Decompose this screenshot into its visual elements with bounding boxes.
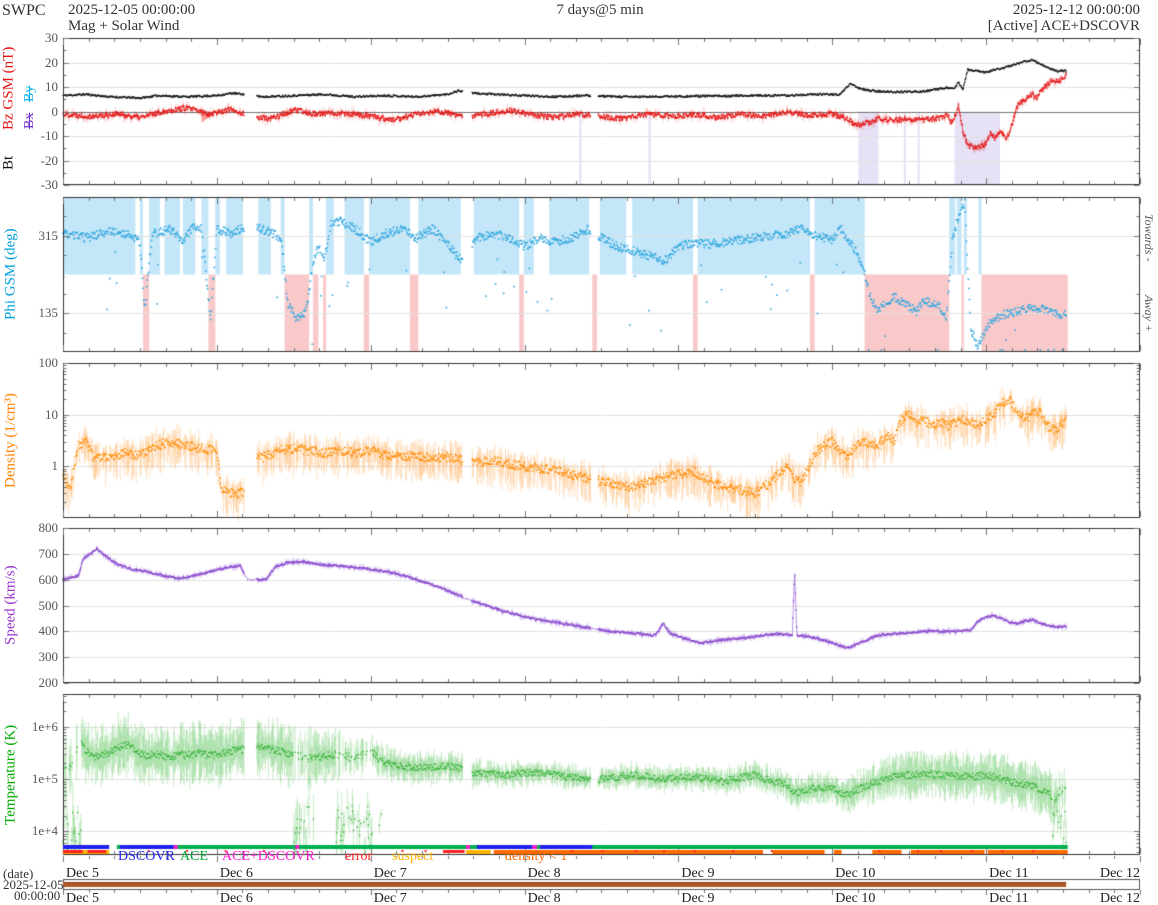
y-tick-label: 20 — [45, 54, 58, 70]
y-tick-label: 800 — [38, 520, 59, 535]
date-label: Dec 9 — [681, 891, 715, 905]
date-label: Dec 6 — [219, 891, 253, 905]
y-tick-label: 100 — [38, 355, 59, 370]
plot-start-time: 2025-12-05 00:00:00 — [68, 2, 196, 18]
y-tick-label: 10 — [45, 79, 58, 94]
plot-resolution: 7 days@5 min — [556, 2, 644, 18]
phi-axis-label: Phi GSM (deg) — [2, 228, 19, 321]
date-label: Dec 12 — [1099, 866, 1140, 881]
y-tick-label: 10 — [45, 406, 58, 422]
y-tick-label: 1 — [51, 458, 59, 474]
y-tick-label: 315 — [38, 227, 59, 243]
y-tick-label: 0 — [51, 103, 59, 119]
y-tick-label: 1e+6 — [31, 719, 58, 734]
date-label: Dec 7 — [373, 891, 407, 905]
date-label: Dec 12 — [1099, 891, 1140, 905]
date-label: Dec 9 — [681, 866, 715, 881]
swpc-logo-text: SWPC — [2, 2, 46, 19]
date-label: Dec 10 — [835, 866, 876, 881]
plot-canvas — [0, 0, 1158, 905]
density-axis-label: Density (1/cm³) — [2, 393, 19, 488]
swpc-solar-wind-plot: SWPC 2025-12-05 00:00:00 7 days@5 min 20… — [0, 0, 1158, 905]
y-tick-label: 30 — [45, 30, 58, 45]
y-tick-label: -30 — [40, 177, 58, 192]
y-tick-label: 200 — [38, 675, 59, 690]
legend-dscovr: DSCOVR — [118, 849, 175, 864]
y-tick-label: -20 — [40, 152, 58, 168]
y-tick-label: 300 — [38, 649, 59, 665]
y-tick-label: 1e+5 — [31, 771, 58, 787]
date-label: Dec 11 — [989, 866, 1029, 881]
y-tick-label: 1e+4 — [31, 823, 58, 839]
away-sector-label: Away + — [1142, 295, 1156, 333]
towards-sector-label: Towards - — [1142, 214, 1156, 262]
date-label: Dec 5 — [66, 866, 100, 881]
date-label: Dec 7 — [373, 866, 407, 881]
plot-end-time: 2025-12-12 00:00:00 — [1012, 2, 1140, 18]
legend-suspect: suspect — [392, 849, 434, 864]
legend-density-lt-1: density < 1 — [505, 849, 568, 864]
legend-error: error — [345, 849, 373, 864]
legend-ace: ACE — [180, 849, 208, 864]
date-label: Dec 8 — [527, 866, 561, 881]
plot-title: Mag + Solar Wind — [68, 18, 180, 34]
date-label: Dec 5 — [66, 891, 100, 905]
y-tick-label: -10 — [40, 128, 58, 143]
date-label: Dec 8 — [527, 891, 561, 905]
date-label: Dec 6 — [219, 866, 253, 881]
legend-ace-dscovr: ACE+DSCOVR — [222, 849, 315, 864]
y-tick-label: 500 — [38, 597, 59, 613]
range-start-time: 00:00:00 — [14, 888, 61, 903]
y-tick-label: 700 — [38, 545, 59, 561]
date-label: Dec 10 — [835, 891, 876, 905]
data-source-status: [Active] ACE+DSCOVR — [987, 18, 1140, 34]
y-tick-label: 135 — [38, 305, 59, 321]
date-label: Dec 11 — [989, 891, 1029, 905]
y-tick-label: 400 — [38, 623, 59, 639]
y-tick-label: 600 — [38, 571, 59, 587]
